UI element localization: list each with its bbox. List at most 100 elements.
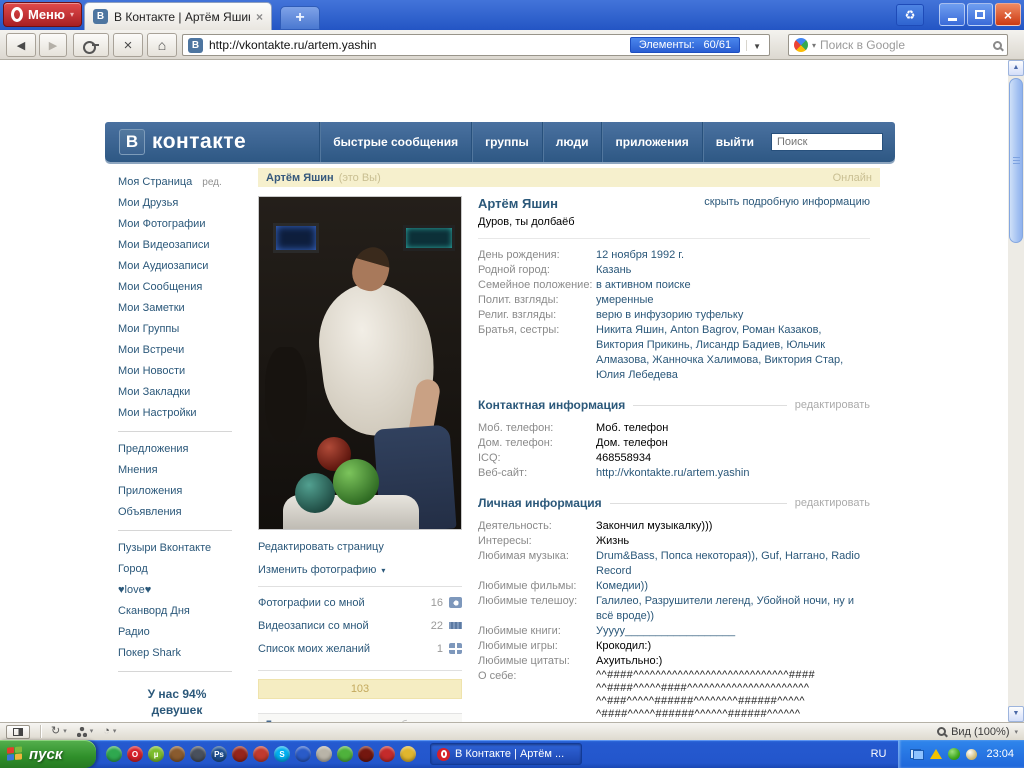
minimize-button[interactable] bbox=[939, 3, 965, 26]
sidebar-item[interactable]: Приложения bbox=[118, 481, 242, 502]
search-icon[interactable] bbox=[993, 40, 1002, 50]
counter-row[interactable]: Видеозаписи со мной 22 bbox=[258, 614, 462, 637]
stop-button[interactable]: × bbox=[113, 33, 143, 57]
info-value[interactable]: Никита Яшин, Anton Bagrov, Роман Казаков… bbox=[596, 323, 870, 383]
sidebar-app-item[interactable]: ♥love♥ bbox=[118, 580, 242, 601]
tab-close-icon[interactable]: × bbox=[256, 10, 263, 24]
chrome-icon[interactable] bbox=[400, 746, 416, 762]
scroll-up-button[interactable]: ▲ bbox=[1008, 60, 1024, 76]
messenger-icon[interactable] bbox=[295, 746, 311, 762]
vk-nav-link[interactable]: люди bbox=[541, 122, 602, 162]
counter-label[interactable]: Фотографии со мной bbox=[258, 597, 431, 609]
red-circle-icon[interactable] bbox=[379, 746, 395, 762]
red-orb-icon[interactable] bbox=[232, 746, 248, 762]
unite-button[interactable]: ▾ bbox=[76, 726, 93, 737]
address-dropdown-icon[interactable]: ▼ bbox=[746, 39, 764, 51]
info-value[interactable]: 468558934 bbox=[596, 451, 870, 466]
antivirus-icon[interactable] bbox=[948, 748, 961, 760]
sidebar-item[interactable]: Мои Друзья bbox=[118, 193, 242, 214]
edit-page-link[interactable]: Редактировать страницу bbox=[258, 541, 462, 553]
info-value[interactable]: 12 ноября 1992 г. bbox=[596, 248, 870, 263]
sync-button[interactable]: ↻ ▾ bbox=[51, 726, 67, 737]
dark-red-icon[interactable] bbox=[358, 746, 374, 762]
info-value[interactable]: Дом. телефон bbox=[596, 436, 870, 451]
vk-logo[interactable]: В контакте bbox=[119, 129, 246, 155]
sidebar-item[interactable]: Мои Фотографии bbox=[118, 214, 242, 235]
opera-icon[interactable]: O bbox=[127, 746, 143, 762]
closed-tabs-trash-button[interactable]: ♻ bbox=[896, 4, 924, 26]
scrollbar-thumb[interactable] bbox=[1009, 78, 1023, 243]
volume-icon[interactable] bbox=[966, 748, 978, 760]
vk-nav-link[interactable]: быстрые сообщения bbox=[319, 122, 471, 162]
info-value[interactable]: http://vkontakte.ru/artem.yashin bbox=[596, 466, 870, 481]
sidebar-item[interactable]: Мои Новости bbox=[118, 361, 242, 382]
wand-password-button[interactable] bbox=[73, 33, 109, 57]
info-value[interactable]: Ууууу__________________ bbox=[596, 624, 870, 639]
sidebar-item[interactable]: Объявления bbox=[118, 502, 242, 523]
counter-label[interactable]: Список моих желаний bbox=[258, 643, 437, 655]
info-value[interactable]: Drum&Bass, Попса некоторая)), Guf, Нагга… bbox=[596, 549, 870, 579]
sidebar-edit-link[interactable]: ред. bbox=[202, 177, 222, 188]
green-sphere-icon[interactable] bbox=[106, 746, 122, 762]
photoshop-icon[interactable]: Ps bbox=[211, 746, 227, 762]
sidebar-item[interactable]: Мои Аудиозаписи bbox=[118, 256, 242, 277]
search-engine-dropdown-icon[interactable]: ▾ bbox=[812, 41, 816, 50]
info-value[interactable]: Галилео, Разрушители легенд, Убойной ноч… bbox=[596, 594, 870, 624]
counter-row[interactable]: Фотографии со мной 16 bbox=[258, 591, 462, 614]
counter-label[interactable]: Видеозаписи со мной bbox=[258, 620, 431, 632]
info-value[interactable]: Жизнь bbox=[596, 534, 870, 549]
rating-badge[interactable]: 103 bbox=[258, 679, 462, 699]
new-tab-button[interactable]: + bbox=[280, 6, 320, 30]
taskbar-task-button[interactable]: В Контакте | Артём ... bbox=[430, 743, 582, 765]
info-value[interactable]: Казань bbox=[596, 263, 870, 278]
skype-icon[interactable]: S bbox=[274, 746, 290, 762]
vk-nav-link[interactable]: приложения bbox=[601, 122, 701, 162]
close-button[interactable]: × bbox=[995, 3, 1021, 26]
info-value[interactable]: Моб. телефон bbox=[596, 421, 870, 436]
vk-nav-link[interactable]: выйти bbox=[701, 122, 767, 162]
address-bar[interactable]: В http://vkontakte.ru/artem.yashin Элеме… bbox=[182, 34, 770, 56]
back-button[interactable]: ◀ bbox=[6, 33, 36, 57]
info-value[interactable]: умеренные bbox=[596, 293, 870, 308]
web-search-input[interactable] bbox=[820, 38, 989, 52]
vk-search-input[interactable] bbox=[771, 133, 883, 151]
qip-icon[interactable] bbox=[337, 746, 353, 762]
info-value[interactable]: Крокодил:) bbox=[596, 639, 870, 654]
profile-status[interactable]: Дуров, ты долбаёб bbox=[478, 216, 870, 228]
sidebar-item[interactable]: Мои Сообщения bbox=[118, 277, 242, 298]
media-card-icon[interactable] bbox=[253, 746, 269, 762]
vertical-scrollbar[interactable]: ▲ ▼ bbox=[1008, 60, 1024, 722]
utorrent-icon[interactable]: µ bbox=[148, 746, 164, 762]
edit-link[interactable]: редактировать bbox=[795, 399, 870, 411]
sidebar-app-item[interactable]: Пузыри Вконтакте bbox=[118, 538, 242, 559]
language-indicator[interactable]: RU bbox=[859, 748, 899, 760]
panels-toggle-button[interactable] bbox=[6, 724, 30, 739]
profile-photo[interactable] bbox=[258, 196, 462, 530]
browser-tab[interactable]: В В Контакте | Артём Яшин × bbox=[84, 2, 272, 30]
change-photo-link[interactable]: Изменить фотографию ▾ bbox=[258, 564, 462, 576]
home-button[interactable]: ⌂ bbox=[147, 33, 177, 57]
zoom-control[interactable]: Вид (100%) ▾ bbox=[937, 726, 1018, 738]
info-value[interactable]: верю в инфузорию туфельку bbox=[596, 308, 870, 323]
start-button[interactable]: пуск bbox=[0, 740, 96, 768]
opera-menu-button[interactable]: Меню ▾ bbox=[3, 2, 83, 27]
sidebar-item[interactable]: Мои Настройки bbox=[118, 403, 242, 424]
sidebar-app-item[interactable]: Город bbox=[118, 559, 242, 580]
url-text[interactable]: http://vkontakte.ru/artem.yashin bbox=[209, 38, 624, 52]
sidebar-app-item[interactable]: Радио bbox=[118, 622, 242, 643]
sidebar-item-my-page[interactable]: Моя Страница ред. bbox=[118, 172, 242, 193]
info-value[interactable]: в активном поиске bbox=[596, 278, 870, 293]
scroll-down-button[interactable]: ▼ bbox=[1008, 706, 1024, 722]
game-icon[interactable] bbox=[169, 746, 185, 762]
sidebar-app-item[interactable]: Сканворд Дня bbox=[118, 601, 242, 622]
warning-icon[interactable] bbox=[930, 749, 943, 759]
sidebar-ad[interactable]: У нас 94% девушек bbox=[118, 686, 236, 722]
info-value[interactable]: Ахуитьльно:) bbox=[596, 654, 870, 669]
sidebar-item[interactable]: Мои Заметки bbox=[118, 298, 242, 319]
hide-details-link[interactable]: скрыть подробную информацию bbox=[704, 196, 870, 208]
sidebar-app-item[interactable]: Покер Shark bbox=[118, 643, 242, 664]
restore-button[interactable] bbox=[967, 3, 993, 26]
info-value[interactable]: Комедии)) bbox=[596, 579, 870, 594]
counter-row[interactable]: Список моих желаний 1 bbox=[258, 637, 462, 660]
network-icon[interactable] bbox=[910, 748, 925, 760]
